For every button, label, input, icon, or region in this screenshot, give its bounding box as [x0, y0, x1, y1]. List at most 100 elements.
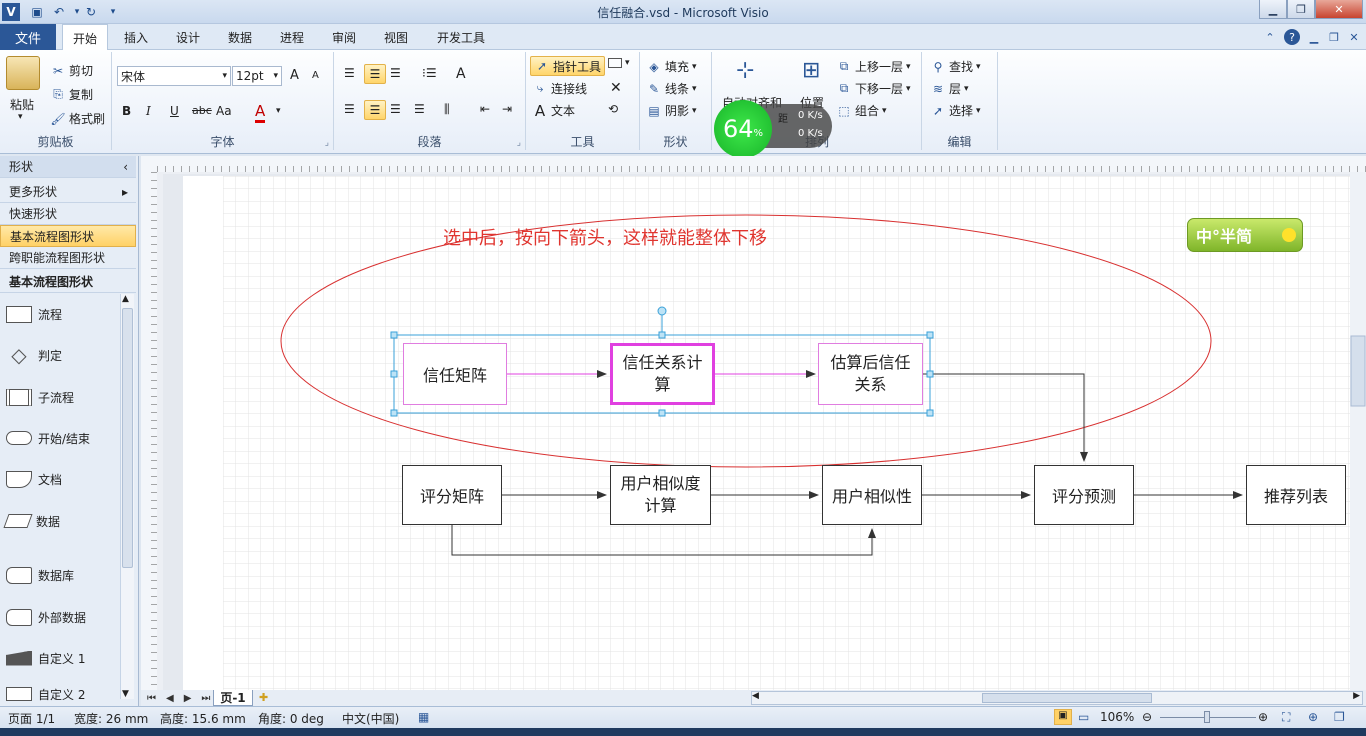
copy-button[interactable]: ⎘ 复制 [50, 86, 93, 103]
close-tool-icon[interactable]: ✕ [610, 80, 622, 96]
align-left-icon[interactable]: ☰ [344, 102, 355, 116]
line-button[interactable]: ✎ 线条 ▾ [646, 80, 697, 97]
strikethrough-button[interactable]: abc [192, 104, 212, 117]
tab-insert[interactable]: 插入 [116, 24, 156, 50]
change-case-button[interactable]: Aa [216, 104, 232, 118]
network-speed-widget[interactable]: 64% 0 K/s 0 K/s 距 [714, 100, 832, 158]
stencil-scrollbar[interactable]: ▲ ▼ [120, 294, 134, 699]
align-bottom-icon[interactable]: ☰ [390, 66, 401, 80]
shape-custom-2[interactable]: 自定义 2 [6, 684, 118, 704]
paste-dropdown-icon[interactable]: ▾ [18, 112, 23, 122]
increase-indent-icon[interactable]: ⇥ [502, 102, 512, 116]
box-rating-matrix[interactable]: 评分矩阵 [402, 465, 502, 525]
group-button[interactable]: ⬚ 组合 ▾ [836, 102, 886, 119]
maximize-button[interactable]: ❐ [1287, 0, 1315, 19]
align-top-icon[interactable]: ☰ [344, 66, 355, 80]
box-user-similarity[interactable]: 用户相似性 [822, 465, 922, 525]
zoom-out-icon[interactable]: ⊖ [1142, 710, 1152, 724]
rotation-handle[interactable] [657, 306, 667, 316]
format-painter-button[interactable]: 🖌 格式刷 [50, 110, 105, 127]
shadow-button[interactable]: ▤ 阴影 ▾ [646, 102, 696, 119]
status-page[interactable]: 页面 1/1 [8, 710, 55, 727]
horizontal-scrollbar[interactable]: ◀ ▶ [751, 691, 1363, 705]
box-rating-prediction[interactable]: 评分预测 [1034, 465, 1134, 525]
font-name-combo[interactable]: 宋体 ▾ [117, 66, 231, 86]
bullets-icon[interactable]: ⁝☰ [422, 66, 437, 80]
shape-document[interactable]: 文档 [6, 464, 118, 494]
last-page-icon[interactable]: ⏭ [201, 693, 210, 704]
dialog-launcher-icon[interactable]: ⌟ [325, 138, 329, 148]
file-tab[interactable]: 文件 [0, 24, 56, 50]
pan-zoom-icon[interactable]: ⊕ [1308, 710, 1318, 724]
horizontal-scroll-thumb[interactable] [982, 693, 1152, 703]
font-color-dropdown-icon[interactable]: ▾ [276, 106, 281, 116]
shape-data[interactable]: 数据 [3, 506, 118, 536]
zoom-in-icon[interactable]: ⊕ [1258, 710, 1268, 724]
doc-minimize-icon[interactable]: ▁ [1306, 29, 1322, 45]
tab-review[interactable]: 审阅 [324, 24, 364, 50]
underline-button[interactable]: U [170, 104, 179, 118]
highlight-ellipse[interactable] [280, 214, 1212, 468]
collapse-ribbon-icon[interactable]: ⌃ [1262, 29, 1278, 45]
switch-windows-icon[interactable]: ❐ [1334, 710, 1345, 724]
tab-design[interactable]: 设计 [168, 24, 208, 50]
basic-flowchart-row[interactable]: 基本流程图形状 [0, 225, 136, 247]
shrink-font-button[interactable]: A [312, 70, 319, 81]
macro-record-icon[interactable]: ▦ [418, 710, 429, 724]
ime-toolbar[interactable]: 中°半简 [1187, 218, 1303, 252]
shape-decision[interactable]: ◇ 判定 [6, 340, 118, 370]
help-icon[interactable]: ? [1284, 29, 1300, 45]
font-size-combo[interactable]: 12pt ▾ [232, 66, 282, 86]
shape-custom-1[interactable]: 自定义 1 [6, 643, 118, 673]
box-trust-calc[interactable]: 信任关系计算 [610, 343, 715, 405]
shape-start-end[interactable]: 开始/结束 [6, 423, 118, 453]
tab-developer[interactable]: 开发工具 [428, 24, 494, 50]
position-icon[interactable]: ⊞ [802, 58, 820, 83]
align-center-icon[interactable]: ☰ [364, 100, 386, 120]
tab-process[interactable]: 进程 [272, 24, 312, 50]
tab-view[interactable]: 视图 [376, 24, 416, 50]
scroll-thumb[interactable] [122, 308, 133, 568]
shape-subprocess[interactable]: 子流程 [6, 382, 118, 412]
zoom-slider-thumb[interactable] [1204, 711, 1210, 723]
collapse-pane-icon[interactable]: ‹ [123, 160, 136, 174]
presentation-mode-icon[interactable]: ▭ [1078, 710, 1089, 724]
status-language[interactable]: 中文(中国) [342, 710, 399, 727]
shape-database[interactable]: 数据库 [6, 560, 118, 590]
fit-page-icon[interactable]: ⛶ [1282, 710, 1290, 725]
grow-font-button[interactable]: A [290, 68, 299, 83]
send-backward-button[interactable]: ⧉ 下移一层 ▾ [836, 80, 911, 97]
scroll-up-icon[interactable]: ▲ [122, 294, 129, 304]
scroll-left-icon[interactable]: ◀ [752, 691, 759, 701]
cut-button[interactable]: ✂ 剪切 [50, 62, 93, 79]
close-button[interactable]: ✕ [1315, 0, 1363, 19]
prev-page-icon[interactable]: ◀ [166, 693, 174, 704]
text-block-icon[interactable]: A [456, 66, 466, 82]
paste-button[interactable]: 粘贴 [10, 96, 34, 113]
bold-button[interactable]: B [122, 104, 131, 118]
align-right-icon[interactable]: ☰ [390, 102, 401, 116]
cross-functional-row[interactable]: 跨职能流程图形状 [0, 247, 136, 269]
shape-external-data[interactable]: 外部数据 [6, 602, 118, 632]
quick-shapes-row[interactable]: 快速形状 [0, 203, 136, 225]
doc-close-icon[interactable]: ✕ [1346, 29, 1362, 45]
scroll-right-icon[interactable]: ▶ [1353, 691, 1360, 701]
dialog-launcher-icon[interactable]: ⌟ [517, 138, 521, 148]
text-tool-button[interactable]: A 文本 [532, 102, 575, 120]
align-middle-icon[interactable]: ☰ [364, 64, 386, 84]
box-user-sim-calc[interactable]: 用户相似度计算 [610, 465, 711, 525]
distribute-icon[interactable]: ⫼ [444, 102, 450, 117]
doc-restore-icon[interactable]: ❐ [1326, 29, 1342, 45]
decrease-indent-icon[interactable]: ⇤ [480, 102, 490, 116]
connector-to-prediction[interactable] [923, 373, 1088, 462]
fill-button[interactable]: ◈ 填充 ▾ [646, 58, 696, 75]
tab-page-1[interactable]: 页-1 [213, 690, 253, 706]
select-button[interactable]: ➚ 选择 ▾ [930, 102, 981, 119]
paste-icon[interactable] [6, 56, 40, 90]
font-color-button[interactable]: A [255, 102, 266, 123]
next-page-icon[interactable]: ▶ [184, 693, 192, 704]
auto-align-icon[interactable]: ⊹ [736, 58, 754, 83]
find-button[interactable]: ⚲ 查找 ▾ [930, 58, 981, 75]
minimize-button[interactable]: ▁ [1259, 0, 1287, 19]
box-recommend-list[interactable]: 推荐列表 [1246, 465, 1346, 525]
